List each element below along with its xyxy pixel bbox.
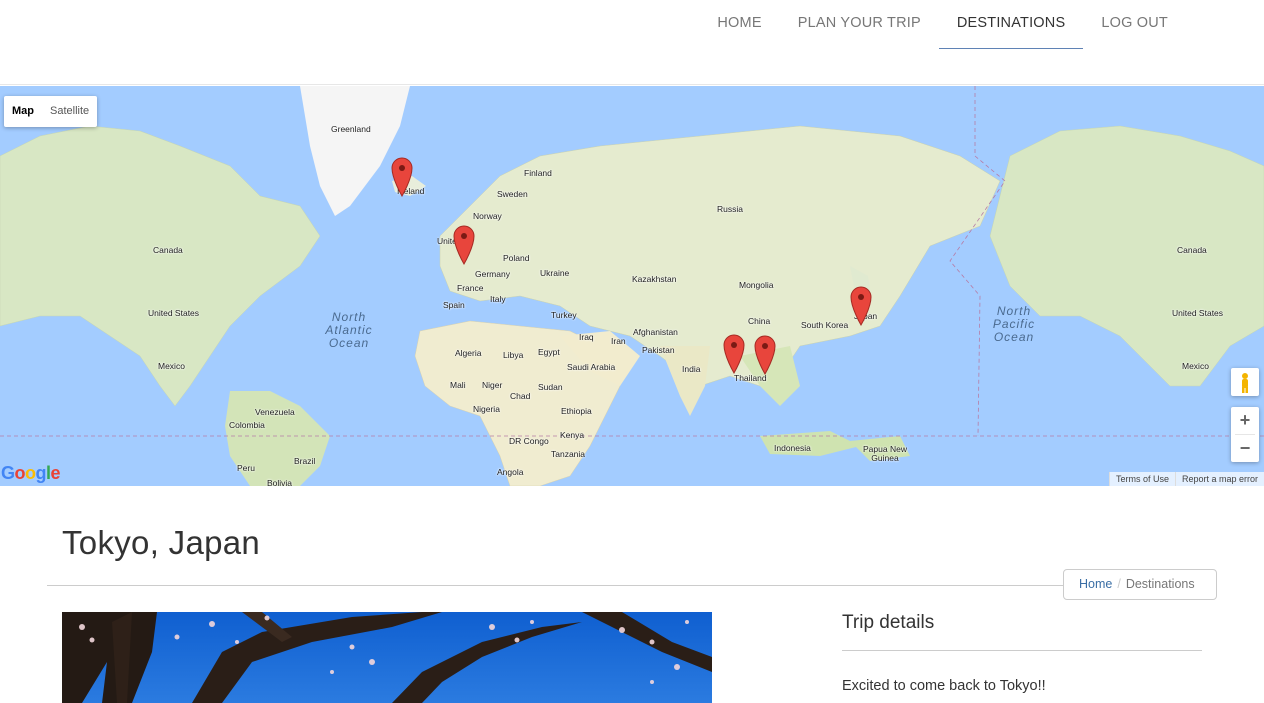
nav-menu: HOME PLAN YOUR TRIP DESTINATIONS LOG OUT [699,0,1186,49]
map-label: Ukraine [540,268,570,278]
map-label: Mongolia [739,280,774,290]
map-label: Spain [443,300,465,310]
map-label: Egypt [538,347,560,357]
map-footer: Terms of Use Report a map error [1108,472,1264,486]
map-label: South Korea [801,320,849,330]
map-type-satellite-button[interactable]: Satellite [42,96,97,127]
map-label: Mali [450,380,466,390]
map-label: Iraq [579,332,594,342]
map-label: Nigeria [473,404,500,414]
map-label: Mexico [158,361,185,371]
destination-photo [62,612,712,703]
map-marker-thailand[interactable] [723,334,745,374]
map-label: Bolivia [267,478,293,486]
map-label: Turkey [551,310,577,320]
page-title: Tokyo, Japan [62,524,261,561]
map-label: Iran [611,336,626,346]
map-label: Sudan [538,382,563,392]
map-type-map-button[interactable]: Map [4,96,42,127]
map-label: India [682,364,701,374]
title-divider [47,585,1217,586]
map-label: Sweden [497,189,528,199]
zoom-control: + − [1231,407,1259,462]
map-label: Tanzania [551,449,586,459]
report-map-error-link[interactable]: Report a map error [1174,472,1264,486]
map-label: Poland [503,253,530,263]
map-label: Kazakhstan [632,274,677,284]
map-label: Angola [497,467,524,477]
trip-details-text: Excited to come back to Tokyo!! [842,678,1046,694]
map-label: Mexico [1182,361,1209,371]
map-label: Italy [490,294,506,304]
map-label: DR Congo [509,436,549,446]
map-type-control: Map Satellite [4,96,98,127]
map-label: Finland [524,168,552,178]
ocean-label: North Pacific Ocean [992,304,1036,344]
map-label: Algeria [455,348,482,358]
map-label: Venezuela [255,407,295,417]
nav-log-out[interactable]: LOG OUT [1083,0,1186,49]
map-label: Colombia [229,420,265,430]
pegman-icon [1242,373,1248,393]
destinations-map[interactable]: Map Satellite Greenland Iceland Finland … [0,86,1264,486]
nav-home[interactable]: HOME [699,0,779,49]
map-label: Chad [510,391,531,401]
map-label: United States [148,308,200,318]
map-marker-vietnam[interactable] [754,335,776,375]
zoom-in-button[interactable]: + [1231,407,1259,434]
nav-destinations[interactable]: DESTINATIONS [938,0,1084,49]
map-marker-iceland[interactable] [391,157,413,197]
trip-details-divider [842,650,1202,651]
breadcrumb-separator: / [1117,577,1121,591]
breadcrumb-home-link[interactable]: Home [1079,577,1112,591]
nav-plan-your-trip[interactable]: PLAN YOUR TRIP [780,0,939,49]
map-label: Russia [717,204,743,214]
map-label: Brazil [294,456,316,466]
street-view-pegman-button[interactable] [1231,368,1259,396]
map-label: France [457,283,484,293]
terms-of-use-link[interactable]: Terms of Use [1108,472,1175,486]
map-label: Canada [1177,245,1207,255]
map-label: Papua New Guinea [863,444,907,463]
cherry-blossom-image [62,612,712,703]
breadcrumb: Home / Destinations [1063,569,1217,600]
map-label: Pakistan [642,345,675,355]
ocean-label: North Atlantic Ocean [325,310,373,350]
map-label: Libya [503,350,524,360]
map-label: Canada [153,245,183,255]
map-label: United States [1172,308,1224,318]
top-navbar: HOME PLAN YOUR TRIP DESTINATIONS LOG OUT [0,0,1264,85]
map-marker-japan[interactable] [850,286,872,326]
google-logo[interactable]: Google [1,463,61,484]
zoom-out-button[interactable]: − [1231,435,1259,462]
map-label: Afghanistan [633,327,678,337]
map-label: Kenya [560,430,585,440]
map-label: Niger [482,380,503,390]
map-label: Peru [237,463,255,473]
map-label: Greenland [331,124,371,134]
map-label: Germany [475,269,510,279]
map-label: Indonesia [774,443,811,453]
map-label: Saudi Arabia [567,362,616,372]
world-map-graphic [0,86,1264,486]
trip-details-heading: Trip details [842,612,935,633]
map-label: China [748,316,771,326]
breadcrumb-current: Destinations [1125,577,1195,591]
map-label: Norway [473,211,502,221]
map-label: Ethiopia [561,406,592,416]
map-marker-united-kingdom[interactable] [453,225,475,265]
